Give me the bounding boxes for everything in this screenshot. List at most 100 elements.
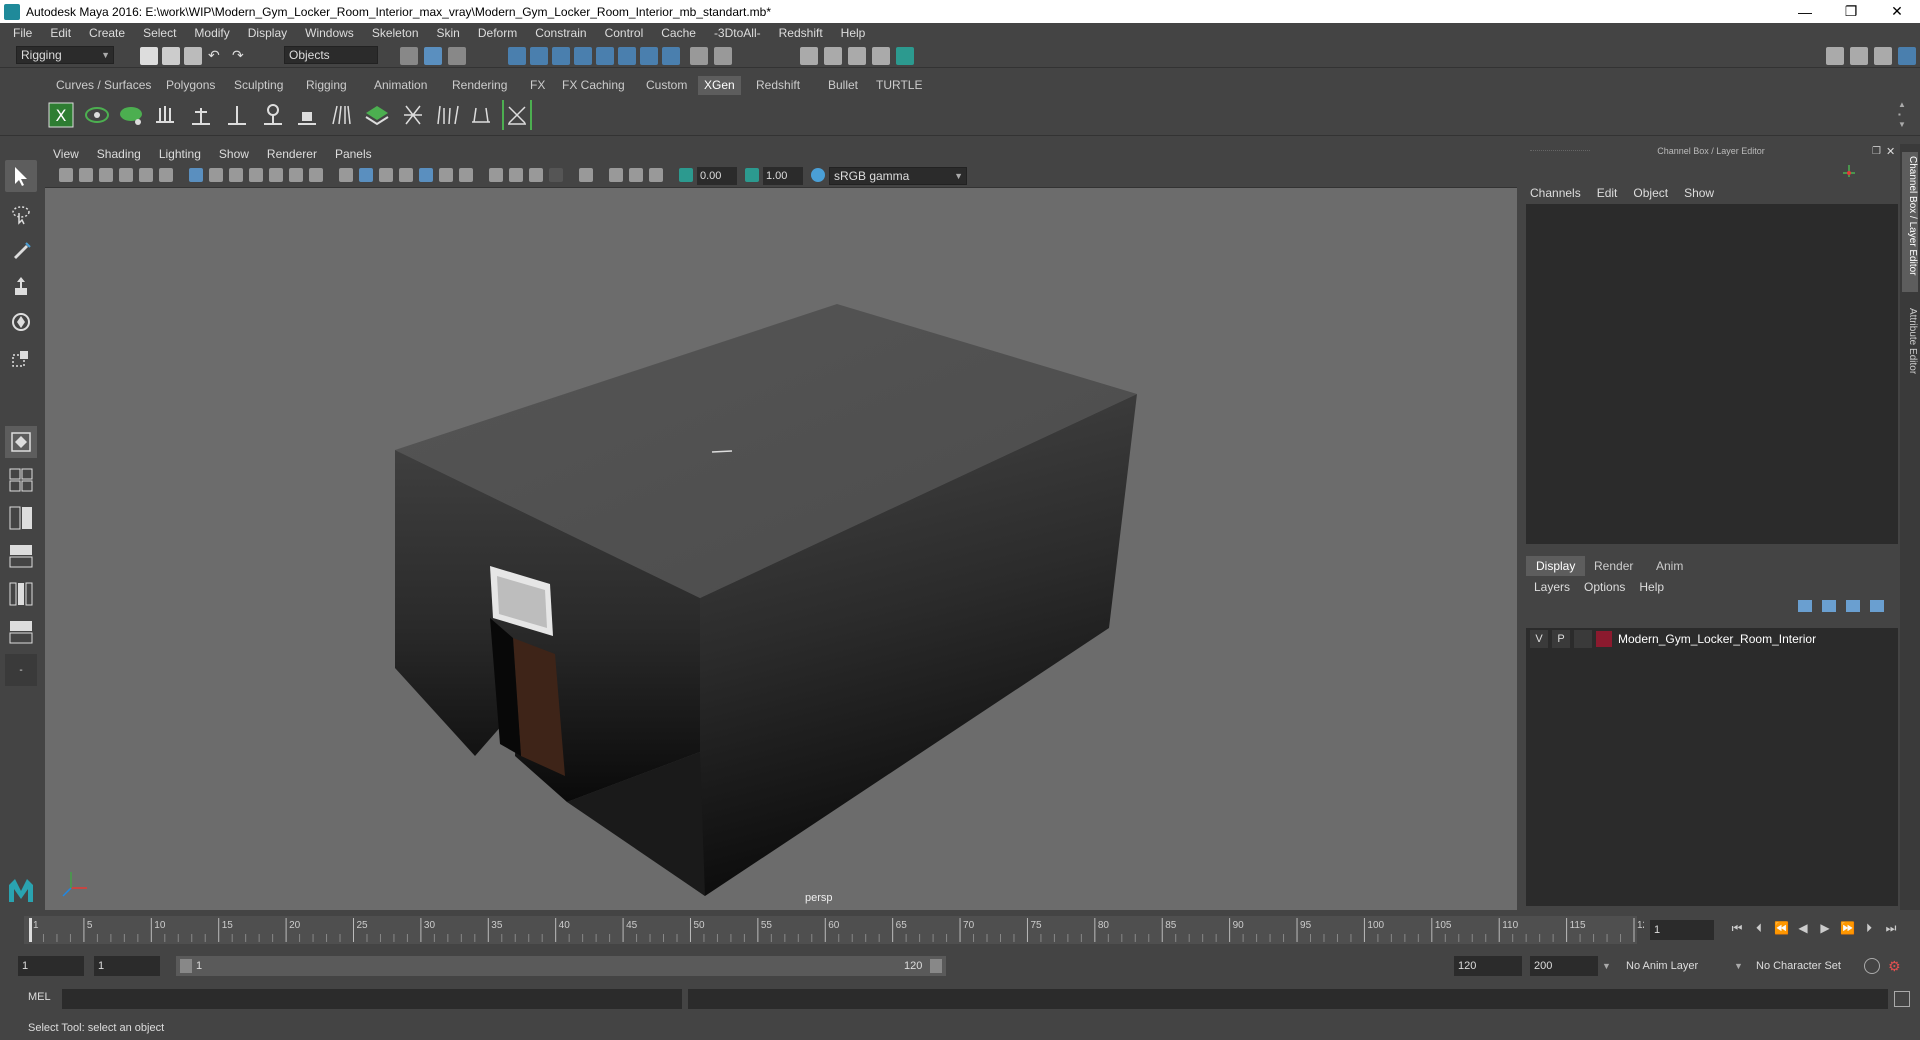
shelf-tab-custom[interactable]: Custom bbox=[640, 76, 693, 95]
xgen-preview-icon[interactable] bbox=[82, 100, 112, 130]
menu-skin[interactable]: Skin bbox=[428, 26, 469, 40]
anim-layer-dropdown[interactable]: No Anim Layer bbox=[1622, 956, 1742, 976]
panel-drag-handle[interactable] bbox=[1530, 150, 1590, 154]
step-back-key-icon[interactable]: ⏪ bbox=[1774, 921, 1789, 935]
snap-live-icon[interactable] bbox=[596, 47, 614, 65]
menu-display[interactable]: Display bbox=[239, 26, 296, 40]
snap-grid-icon[interactable] bbox=[508, 47, 526, 65]
channel-box-menu-edit[interactable]: Edit bbox=[1597, 186, 1618, 200]
auto-key-icon[interactable] bbox=[1864, 958, 1880, 974]
shelf-tab-bullet[interactable]: Bullet bbox=[822, 76, 864, 95]
animation-preferences-icon[interactable]: ⚙ bbox=[1888, 958, 1904, 974]
menu-modify[interactable]: Modify bbox=[185, 26, 238, 40]
channel-box-menu-object[interactable]: Object bbox=[1633, 186, 1668, 200]
screen-space-ao-icon[interactable] bbox=[489, 168, 503, 182]
depth-of-field-icon[interactable] bbox=[549, 168, 563, 182]
smooth-shade-icon[interactable] bbox=[359, 168, 373, 182]
viewport-menu-renderer[interactable]: Renderer bbox=[267, 147, 327, 161]
move-tool-icon[interactable] bbox=[5, 270, 37, 302]
snap-curve-icon[interactable] bbox=[530, 47, 548, 65]
layer-visibility-toggle[interactable]: V bbox=[1530, 630, 1548, 648]
close-button[interactable]: ✕ bbox=[1874, 0, 1920, 23]
layout-graph-editor-icon[interactable] bbox=[5, 616, 37, 648]
xgen-guides-icon[interactable] bbox=[150, 100, 180, 130]
layout-single-pane-icon[interactable] bbox=[5, 426, 37, 458]
safe-action-icon[interactable] bbox=[289, 168, 303, 182]
field-chart-icon[interactable] bbox=[269, 168, 283, 182]
manipulator-icon[interactable] bbox=[1842, 164, 1856, 178]
layer-menu-options[interactable]: Options bbox=[1584, 580, 1625, 594]
command-language-label[interactable]: MEL bbox=[28, 991, 51, 1003]
exposure-icon[interactable] bbox=[679, 168, 693, 182]
move-layer-down-icon[interactable] bbox=[1822, 600, 1836, 612]
menu-constrain[interactable]: Constrain bbox=[526, 26, 595, 40]
viewport-menu-panels[interactable]: Panels bbox=[335, 147, 382, 161]
default-material-icon[interactable] bbox=[379, 168, 393, 182]
shelf-tab-fx[interactable]: FX bbox=[524, 76, 551, 95]
grease-pencil-icon[interactable] bbox=[159, 168, 173, 182]
layout-three-pane-icon[interactable] bbox=[5, 578, 37, 610]
xray-components-icon[interactable] bbox=[649, 168, 663, 182]
color-management-icon[interactable] bbox=[811, 168, 825, 182]
menu-create[interactable]: Create bbox=[80, 26, 134, 40]
gamma-icon[interactable] bbox=[745, 168, 759, 182]
shelf-tab-xgen[interactable]: XGen bbox=[698, 76, 741, 95]
restore-button[interactable]: ❐ bbox=[1828, 0, 1874, 23]
layout-four-pane-icon[interactable] bbox=[5, 464, 37, 496]
shadows-icon[interactable] bbox=[459, 168, 473, 182]
go-to-start-icon[interactable]: ⏮ bbox=[1730, 921, 1744, 935]
menu-control[interactable]: Control bbox=[596, 26, 653, 40]
new-scene-icon[interactable] bbox=[140, 47, 158, 65]
layout-side-by-side-icon[interactable] bbox=[5, 502, 37, 534]
time-slider[interactable]: 1 5 10 15 20 25 30 35 40 45 50 55 60 65 70 75 80 85 90 95 10… bbox=[0, 914, 1920, 946]
xgen-cut-icon[interactable] bbox=[466, 100, 496, 130]
move-layer-up-icon[interactable] bbox=[1798, 600, 1812, 612]
paint-select-tool-icon[interactable] bbox=[5, 234, 37, 266]
grid-icon[interactable] bbox=[189, 168, 203, 182]
layer-row[interactable]: V P Modern_Gym_Locker_Room_Interior bbox=[1526, 630, 1898, 648]
textured-icon[interactable] bbox=[419, 168, 433, 182]
snap-edge-icon[interactable] bbox=[640, 47, 658, 65]
snap-surface-icon[interactable] bbox=[618, 47, 636, 65]
shelf-tab-sculpting[interactable]: Sculpting bbox=[228, 76, 289, 95]
workspace-icon[interactable] bbox=[1826, 47, 1844, 65]
range-slider-bar[interactable]: 1 120 bbox=[176, 956, 946, 976]
selection-mode-dropdown[interactable]: Objects bbox=[284, 46, 378, 64]
menu-edit[interactable]: Edit bbox=[41, 26, 80, 40]
shelf-tab-turtle[interactable]: TURTLE bbox=[870, 76, 928, 95]
camera-attributes-icon[interactable] bbox=[79, 168, 93, 182]
menu-cache[interactable]: Cache bbox=[652, 26, 705, 40]
modeling-toolkit-icon[interactable] bbox=[1850, 47, 1868, 65]
channel-box-menu-show[interactable]: Show bbox=[1684, 186, 1714, 200]
save-scene-icon[interactable] bbox=[184, 47, 202, 65]
play-backwards-icon[interactable]: ◀ bbox=[1796, 921, 1810, 935]
menu-deform[interactable]: Deform bbox=[469, 26, 526, 40]
channel-box-toggle-icon[interactable] bbox=[1898, 47, 1916, 65]
menu-redshift[interactable]: Redshift bbox=[770, 26, 832, 40]
shelf-tab-animation[interactable]: Animation bbox=[368, 76, 433, 95]
viewport-persp[interactable]: persp bbox=[45, 188, 1517, 910]
shelf-tab-redshift[interactable]: Redshift bbox=[750, 76, 806, 95]
select-hierarchy-icon[interactable] bbox=[400, 47, 418, 65]
motion-blur-icon[interactable] bbox=[509, 168, 523, 182]
render-settings-icon[interactable] bbox=[848, 47, 866, 65]
open-scene-icon[interactable] bbox=[162, 47, 180, 65]
select-component-icon[interactable] bbox=[448, 47, 466, 65]
range-end-handle[interactable] bbox=[930, 959, 942, 973]
scale-tool-icon[interactable] bbox=[5, 342, 37, 374]
menuset-dropdown[interactable]: Rigging ▼ bbox=[16, 46, 114, 64]
chevron-down-icon[interactable]: ▼ bbox=[1602, 956, 1618, 976]
minimize-button[interactable]: — bbox=[1782, 0, 1828, 23]
play-forwards-icon[interactable]: ▶ bbox=[1818, 921, 1832, 935]
select-tool-icon[interactable] bbox=[5, 160, 37, 192]
channel-box-area[interactable] bbox=[1526, 204, 1898, 544]
ipr-render-icon[interactable] bbox=[824, 47, 842, 65]
gate-mask-icon[interactable] bbox=[249, 168, 263, 182]
chevron-down-icon[interactable]: ▼ bbox=[1734, 956, 1750, 976]
snap-vertex-icon[interactable] bbox=[662, 47, 680, 65]
xgen-create-description-icon[interactable] bbox=[116, 100, 146, 130]
shelf-scroll-arrows[interactable]: ▲ ▪ ▼ bbox=[1898, 100, 1906, 130]
layer-display-type-toggle[interactable] bbox=[1574, 630, 1592, 648]
xray-joints-icon[interactable] bbox=[629, 168, 643, 182]
xgen-brush-icon[interactable] bbox=[432, 100, 462, 130]
